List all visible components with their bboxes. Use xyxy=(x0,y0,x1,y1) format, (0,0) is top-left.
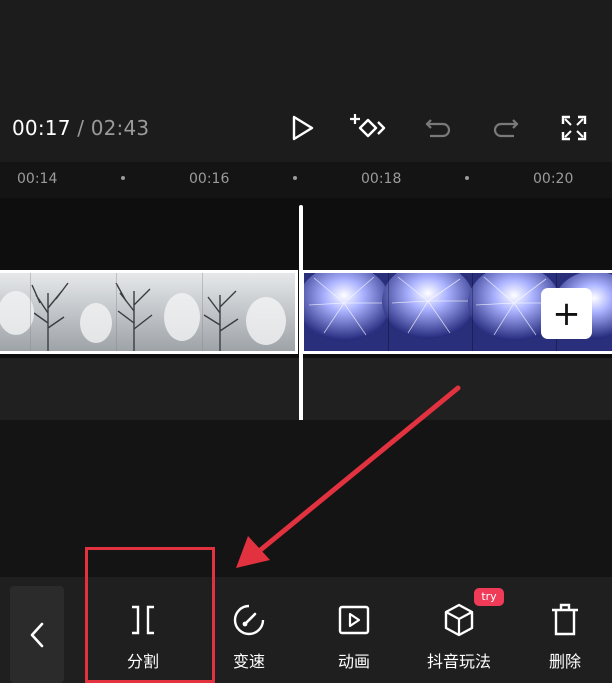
total-time: 02:43 xyxy=(90,116,150,140)
video-clip-winter[interactable] xyxy=(0,270,298,354)
cube-icon xyxy=(444,603,474,637)
delete-label: 删除 xyxy=(548,652,581,671)
ruler-tick: 00:18 xyxy=(361,171,402,187)
playhead[interactable] xyxy=(299,205,303,451)
time-separator: / xyxy=(70,116,91,140)
speed-label: 变速 xyxy=(232,652,265,671)
ruler-tick: 00:14 xyxy=(17,171,58,187)
redo-icon xyxy=(493,119,519,138)
current-time: 00:17 xyxy=(12,116,71,140)
redo-button[interactable] xyxy=(486,108,526,148)
fullscreen-button[interactable] xyxy=(554,108,594,148)
undo-button[interactable] xyxy=(418,108,458,148)
ruler-dot xyxy=(465,176,469,180)
douyin-effects-tool-button[interactable]: 抖音玩法 xyxy=(414,598,504,678)
add-keyframe-icon xyxy=(350,114,386,138)
back-button[interactable] xyxy=(10,586,64,683)
ruler-dot xyxy=(121,176,125,180)
animation-label: 动画 xyxy=(337,652,370,671)
douyin-effects-label: 抖音玩法 xyxy=(426,652,491,671)
add-clip-button[interactable]: + xyxy=(541,288,592,339)
ruler-dot xyxy=(293,176,297,180)
delete-tool-button[interactable]: 删除 xyxy=(520,598,610,678)
fullscreen-icon xyxy=(561,115,587,141)
speed-tool-button[interactable]: 变速 xyxy=(204,598,294,678)
time-display: 00:17 / 02:43 xyxy=(12,116,149,140)
time-ruler[interactable] xyxy=(0,162,612,198)
add-keyframe-button[interactable] xyxy=(348,108,388,148)
play-icon xyxy=(292,115,314,141)
ruler-tick: 00:20 xyxy=(533,171,574,187)
undo-icon xyxy=(425,119,451,138)
play-button[interactable] xyxy=(283,108,323,148)
delete-icon xyxy=(552,603,578,636)
audio-track-row xyxy=(0,358,612,420)
chevron-left-icon xyxy=(30,622,44,647)
ruler-tick: 00:16 xyxy=(189,171,230,187)
speed-icon xyxy=(233,604,265,636)
split-highlight-box xyxy=(85,547,215,683)
animation-icon xyxy=(338,605,370,635)
animation-tool-button[interactable]: 动画 xyxy=(309,598,399,678)
winter-trees-thumbnails xyxy=(0,273,295,351)
try-badge: try xyxy=(474,588,504,606)
